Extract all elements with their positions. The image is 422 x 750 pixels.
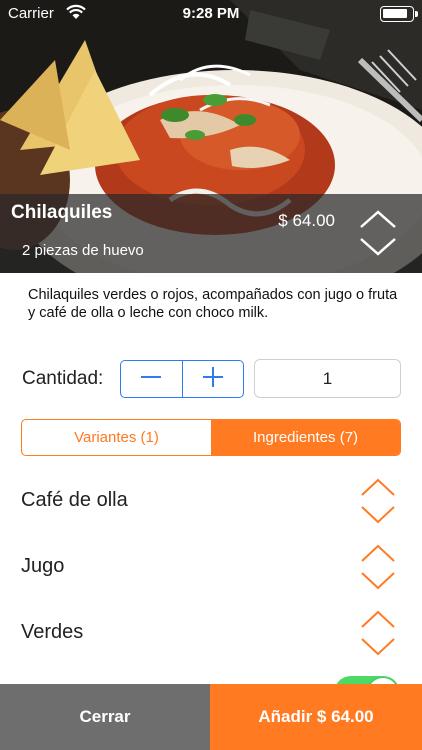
product-hero-image: Carrier 9:28 PM Chilaquiles 2 piezas de … (0, 0, 422, 273)
options-segmented-control[interactable]: Variantes (1) Ingredientes (7) (21, 419, 401, 456)
plus-icon (202, 366, 224, 393)
list-item-cafe-de-olla[interactable]: Café de olla (0, 478, 422, 544)
product-title: Chilaquiles (11, 202, 113, 223)
decrement-button[interactable] (121, 361, 182, 397)
product-subtitle: 2 piezas de huevo (22, 242, 144, 259)
ingredient-label: Café de olla (21, 489, 128, 511)
chevron-up-down-icon[interactable] (360, 543, 396, 591)
ingredient-label: Verdes (21, 621, 84, 643)
ingredient-label: Jugo (21, 555, 65, 577)
increment-button[interactable] (181, 361, 244, 397)
close-button[interactable]: Cerrar (0, 684, 210, 750)
tab-variantes[interactable]: Variantes (1) (22, 420, 211, 455)
tab-ingredientes[interactable]: Ingredientes (7) (211, 420, 400, 455)
status-bar: Carrier 9:28 PM (0, 0, 422, 28)
chevron-up-down-icon[interactable] (360, 609, 396, 657)
quantity-label: Cantidad: (22, 368, 104, 389)
quantity-stepper[interactable] (120, 360, 244, 398)
bottom-action-bar: Cerrar Añadir $ 64.00 (0, 684, 422, 750)
battery-icon (380, 6, 418, 22)
product-description: Chilaquiles verdes o rojos, acompañados … (28, 287, 398, 321)
minus-icon (140, 366, 162, 393)
clock-time: 9:28 PM (182, 5, 240, 22)
product-price: $ 64.00 (278, 211, 335, 230)
add-to-order-button[interactable]: Añadir $ 64.00 (210, 684, 422, 750)
chevron-up-down-icon[interactable] (360, 477, 396, 525)
list-item-jugo[interactable]: Jugo (0, 544, 422, 610)
list-item-verdes[interactable]: Verdes (0, 610, 422, 676)
chevron-up-down-icon[interactable] (359, 209, 397, 257)
quantity-field[interactable]: 1 (254, 359, 401, 398)
product-caption: Chilaquiles 2 piezas de huevo $ 64.00 (0, 194, 422, 273)
